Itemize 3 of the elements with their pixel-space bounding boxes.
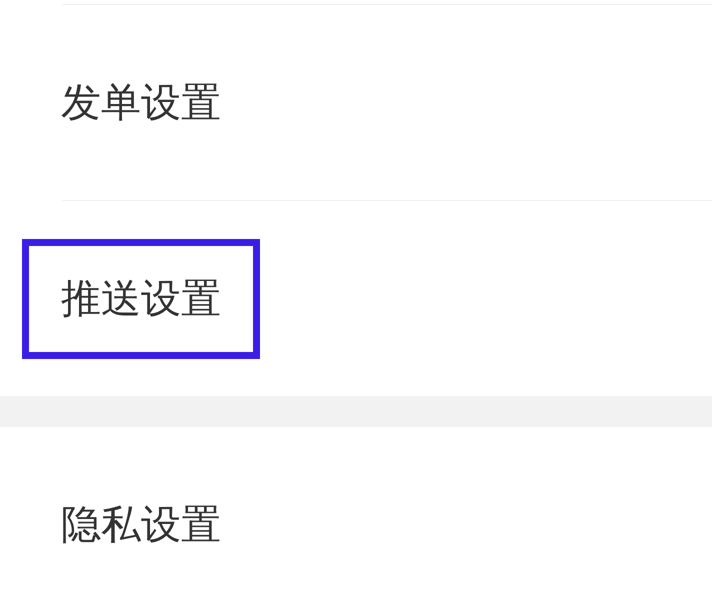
settings-item[interactable]: 隐私设置 (22, 464, 260, 584)
settings-item[interactable]: 发单设置 (22, 42, 260, 162)
settings-item[interactable]: 推送设置 (22, 238, 260, 358)
